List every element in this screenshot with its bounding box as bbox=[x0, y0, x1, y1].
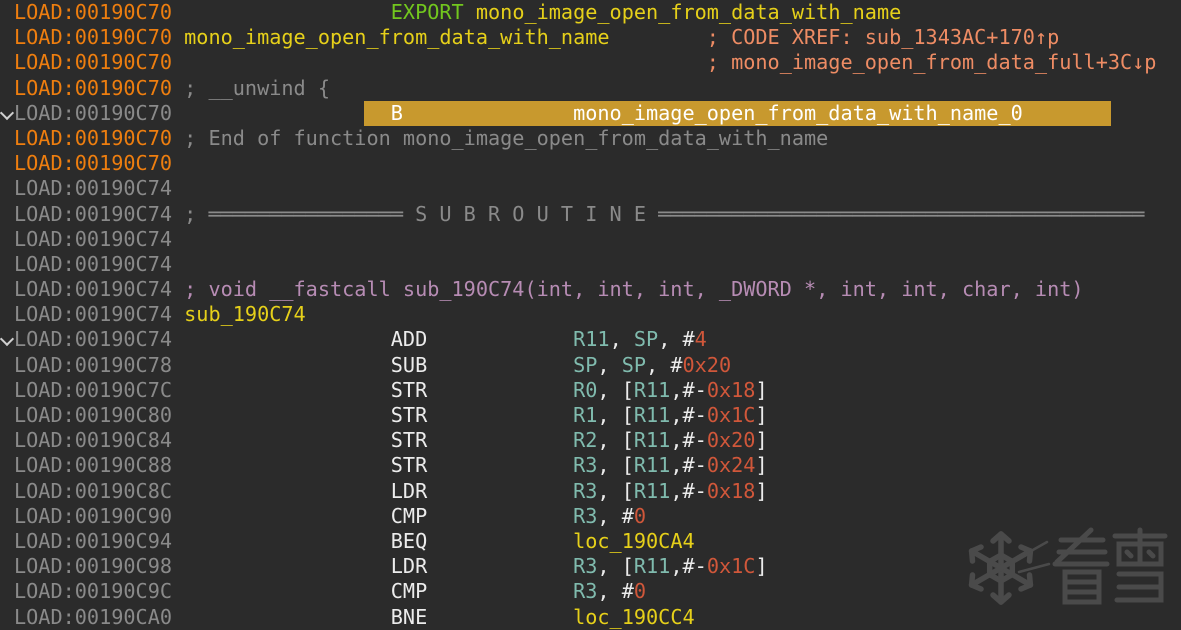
address-label: LOAD:00190C74 bbox=[14, 202, 172, 227]
line-content: STR R2, [R11,#-0x20] bbox=[184, 428, 767, 453]
snowflake-icon bbox=[972, 534, 1049, 602]
listing-line[interactable]: LOAD:00190C74 bbox=[0, 176, 1181, 201]
line-content: CMP R3, #0 bbox=[184, 504, 646, 529]
address-label: LOAD:00190C98 bbox=[14, 554, 172, 579]
address-label: LOAD:00190C7C bbox=[14, 378, 172, 403]
listing-line[interactable]: LOAD:00190C70 ; mono_image_open_from_dat… bbox=[0, 50, 1181, 75]
kanxue-watermark bbox=[959, 526, 1171, 612]
address-label: LOAD:00190C70 bbox=[14, 126, 172, 151]
address-label: LOAD:00190C74 bbox=[14, 252, 172, 277]
listing-line[interactable]: LOAD:00190C8C LDR R3, [R11,#-0x18] bbox=[0, 479, 1181, 504]
address-label: LOAD:00190C70 bbox=[14, 101, 172, 126]
line-content: LDR R3, [R11,#-0x18] bbox=[184, 479, 767, 504]
collapse-chevron-icon[interactable] bbox=[0, 106, 14, 120]
address-label: LOAD:00190C70 bbox=[14, 25, 172, 50]
listing-line[interactable]: LOAD:00190C78 SUB SP, SP, #0x20 bbox=[0, 353, 1181, 378]
address-label: LOAD:00190C74 bbox=[14, 176, 172, 201]
listing-line[interactable]: LOAD:00190C74 sub_190C74 bbox=[0, 302, 1181, 327]
address-label: LOAD:00190C80 bbox=[14, 403, 172, 428]
collapse-chevron-icon[interactable] bbox=[0, 332, 14, 346]
line-content: mono_image_open_from_data_with_name ; CO… bbox=[184, 25, 1059, 50]
address-label: LOAD:00190C70 bbox=[14, 76, 172, 101]
address-label: LOAD:00190C70 bbox=[14, 0, 172, 25]
line-content: ; End of function mono_image_open_from_d… bbox=[184, 126, 828, 151]
line-content: LDR R3, [R11,#-0x1C] bbox=[184, 554, 767, 579]
address-label: LOAD:00190C78 bbox=[14, 353, 172, 378]
line-content: CMP R3, #0 bbox=[184, 579, 646, 604]
line-content: ; ════════════════ S U B R O U T I N E ═… bbox=[184, 202, 1144, 227]
address-label: LOAD:00190C88 bbox=[14, 453, 172, 478]
listing-line[interactable]: LOAD:00190C84 STR R2, [R11,#-0x20] bbox=[0, 428, 1181, 453]
address-label: LOAD:00190C74 bbox=[14, 302, 172, 327]
line-content: STR R0, [R11,#-0x18] bbox=[184, 378, 767, 403]
listing-line[interactable]: LOAD:00190C74 ADD R11, SP, #4 bbox=[0, 327, 1181, 352]
listing-line[interactable]: LOAD:00190C74 ; ════════════════ S U B R … bbox=[0, 202, 1181, 227]
address-label: LOAD:00190C74 bbox=[14, 327, 172, 352]
address-label: LOAD:00190C70 bbox=[14, 50, 172, 75]
line-content: SUB SP, SP, #0x20 bbox=[184, 353, 731, 378]
address-label: LOAD:00190CA0 bbox=[14, 605, 172, 630]
line-content: BEQ loc_190CA4 bbox=[184, 529, 695, 554]
address-label: LOAD:00190C84 bbox=[14, 428, 172, 453]
line-content: EXPORT mono_image_open_from_data_with_na… bbox=[184, 0, 901, 25]
address-label: LOAD:00190C8C bbox=[14, 479, 172, 504]
listing-line[interactable]: LOAD:00190C70 mono_image_open_from_data_w… bbox=[0, 25, 1181, 50]
address-label: LOAD:00190C90 bbox=[14, 504, 172, 529]
listing-line[interactable]: LOAD:00190C74 ; void __fastcall sub_190C7… bbox=[0, 277, 1181, 302]
address-label: LOAD:00190C94 bbox=[14, 529, 172, 554]
address-label: LOAD:00190C70 bbox=[14, 151, 172, 176]
address-label: LOAD:00190C9C bbox=[14, 579, 172, 604]
listing-line[interactable]: LOAD:00190C74 bbox=[0, 227, 1181, 252]
line-content: BNE loc_190CC4 bbox=[184, 605, 695, 630]
listing-line[interactable]: LOAD:00190C70 ; __unwind { bbox=[0, 76, 1181, 101]
listing-line[interactable]: LOAD:00190C70 EXPORT mono_image_open_fro… bbox=[0, 0, 1181, 25]
line-content: ADD R11, SP, #4 bbox=[184, 327, 707, 352]
address-label: LOAD:00190C74 bbox=[14, 227, 172, 252]
listing-line[interactable]: LOAD:00190C70 ; End of function mono_imag… bbox=[0, 126, 1181, 151]
line-content: STR R1, [R11,#-0x1C] bbox=[184, 403, 767, 428]
listing-line[interactable]: LOAD:00190C88 STR R3, [R11,#-0x24] bbox=[0, 453, 1181, 478]
listing-line[interactable]: LOAD:00190C70 B mono_image_open_from_dat… bbox=[0, 101, 1181, 126]
listing-line[interactable]: LOAD:00190C70 bbox=[0, 151, 1181, 176]
line-content: sub_190C74 bbox=[184, 302, 306, 327]
listing-line[interactable]: LOAD:00190C80 STR R1, [R11,#-0x1C] bbox=[0, 403, 1181, 428]
listing-line[interactable]: LOAD:00190C7C STR R0, [R11,#-0x18] bbox=[0, 378, 1181, 403]
line-content: ; mono_image_open_from_data_full+3C↓p bbox=[184, 50, 1156, 75]
line-content: STR R3, [R11,#-0x24] bbox=[184, 453, 767, 478]
kanxue-text bbox=[1055, 530, 1165, 602]
address-label: LOAD:00190C74 bbox=[14, 277, 172, 302]
line-content: ; void __fastcall sub_190C74(int, int, i… bbox=[184, 277, 1083, 302]
listing-line[interactable]: LOAD:00190C74 bbox=[0, 252, 1181, 277]
line-content: ; __unwind { bbox=[184, 76, 330, 101]
line-content: B mono_image_open_from_data_with_name_0 bbox=[184, 101, 1023, 126]
